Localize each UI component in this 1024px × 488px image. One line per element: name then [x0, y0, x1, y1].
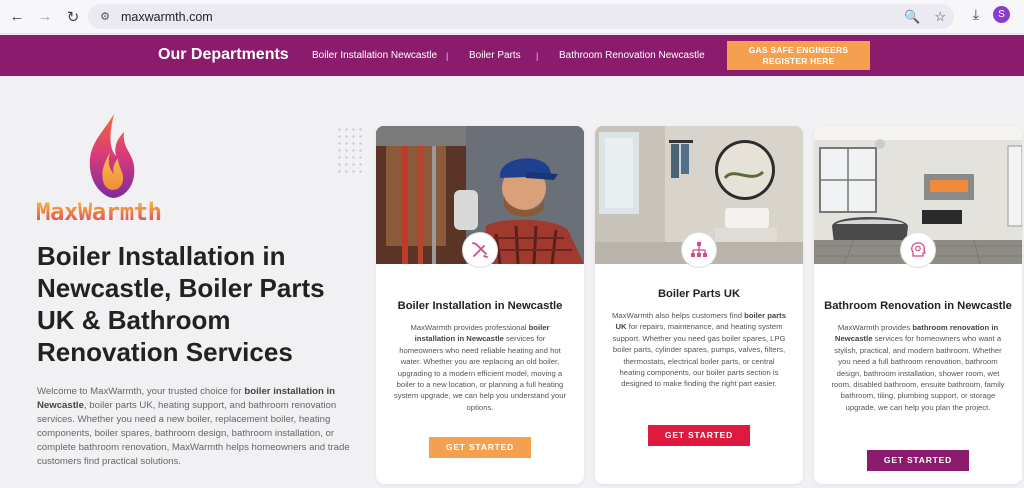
tools-icon — [462, 232, 498, 268]
flame-logo-icon — [89, 114, 135, 198]
hero-desc-text: Welcome to MaxWarmth, your trusted choic… — [37, 386, 245, 397]
card-title: Boiler Installation in Newcastle — [397, 300, 563, 312]
back-arrow-icon[interactable]: ← — [6, 6, 28, 28]
card-description: MaxWarmth also helps customers find boil… — [611, 310, 787, 390]
brand-logo-text: MaxWarmth — [36, 198, 162, 226]
reload-icon[interactable]: ↻ — [62, 6, 84, 28]
card-desc-text: for repairs, maintenance, and heating sy… — [612, 322, 786, 389]
profile-avatar[interactable]: S — [993, 6, 1010, 23]
zoom-icon[interactable]: 🔍 — [904, 9, 920, 25]
card-title: Bathroom Renovation in Newcastle — [824, 300, 1012, 312]
sitemap-icon — [681, 232, 717, 268]
card-title: Boiler Parts UK — [657, 288, 741, 300]
url-text[interactable]: maxwarmth.com — [121, 10, 213, 24]
service-card-bathroom-renovation: Bathroom Renovation in Newcastle MaxWarm… — [814, 126, 1022, 484]
forward-arrow-icon[interactable]: → — [34, 6, 56, 28]
card-description: MaxWarmth provides professional boiler i… — [392, 322, 568, 413]
nav-title: Our Departments — [158, 46, 289, 63]
head-gear-icon — [900, 232, 936, 268]
service-card-boiler-parts: Boiler Parts UK MaxWarmth also helps cus… — [595, 126, 803, 484]
service-card-boiler-installation: Boiler Installation in Newcastle MaxWarm… — [376, 126, 584, 484]
card-desc-text: MaxWarmth provides professional — [410, 323, 529, 332]
decorative-dots — [336, 126, 364, 176]
card-desc-text: services for homeowners who want a styli… — [831, 334, 1005, 412]
get-started-button[interactable]: GET STARTED — [867, 450, 969, 471]
download-icon[interactable]: ⤓ — [973, 6, 979, 23]
hero-desc-text: , boiler parts UK, heating support, and … — [37, 400, 350, 467]
get-started-button[interactable]: GET STARTED — [429, 437, 531, 458]
card-description: MaxWarmth provides bathroom renovation i… — [830, 322, 1006, 413]
get-started-button[interactable]: GET STARTED — [648, 425, 750, 446]
card-desc-text: services for homeowners who need reliabl… — [393, 334, 567, 412]
nav-separator: | — [446, 51, 449, 61]
departments-nav: Our Departments Boiler Installation Newc… — [0, 35, 1024, 76]
bookmark-star-icon[interactable]: ☆ — [934, 9, 946, 25]
card-desc-text: MaxWarmth also helps customers find — [611, 311, 745, 320]
address-bar[interactable]: ⚙ maxwarmth.com 🔍 ☆ — [88, 4, 954, 29]
nav-link-bathroom-renovation[interactable]: Bathroom Renovation Newcastle — [559, 50, 705, 61]
hero-title: Boiler Installation in Newcastle, Boiler… — [37, 241, 325, 367]
nav-separator: | — [536, 51, 539, 61]
browser-toolbar: ← → ↻ ⚙ maxwarmth.com 🔍 ☆ ⤓ S — [0, 0, 1024, 34]
card-desc-text: MaxWarmth provides — [837, 323, 913, 332]
gas-safe-register-button[interactable]: GAS SAFE ENGINEERS REGISTER HERE — [727, 41, 870, 70]
nav-link-boiler-parts[interactable]: Boiler Parts — [469, 50, 521, 61]
hero-description: Welcome to MaxWarmth, your trusted choic… — [37, 385, 362, 469]
site-settings-icon[interactable]: ⚙ — [98, 10, 112, 24]
nav-link-boiler-installation[interactable]: Boiler Installation Newcastle — [312, 50, 437, 61]
